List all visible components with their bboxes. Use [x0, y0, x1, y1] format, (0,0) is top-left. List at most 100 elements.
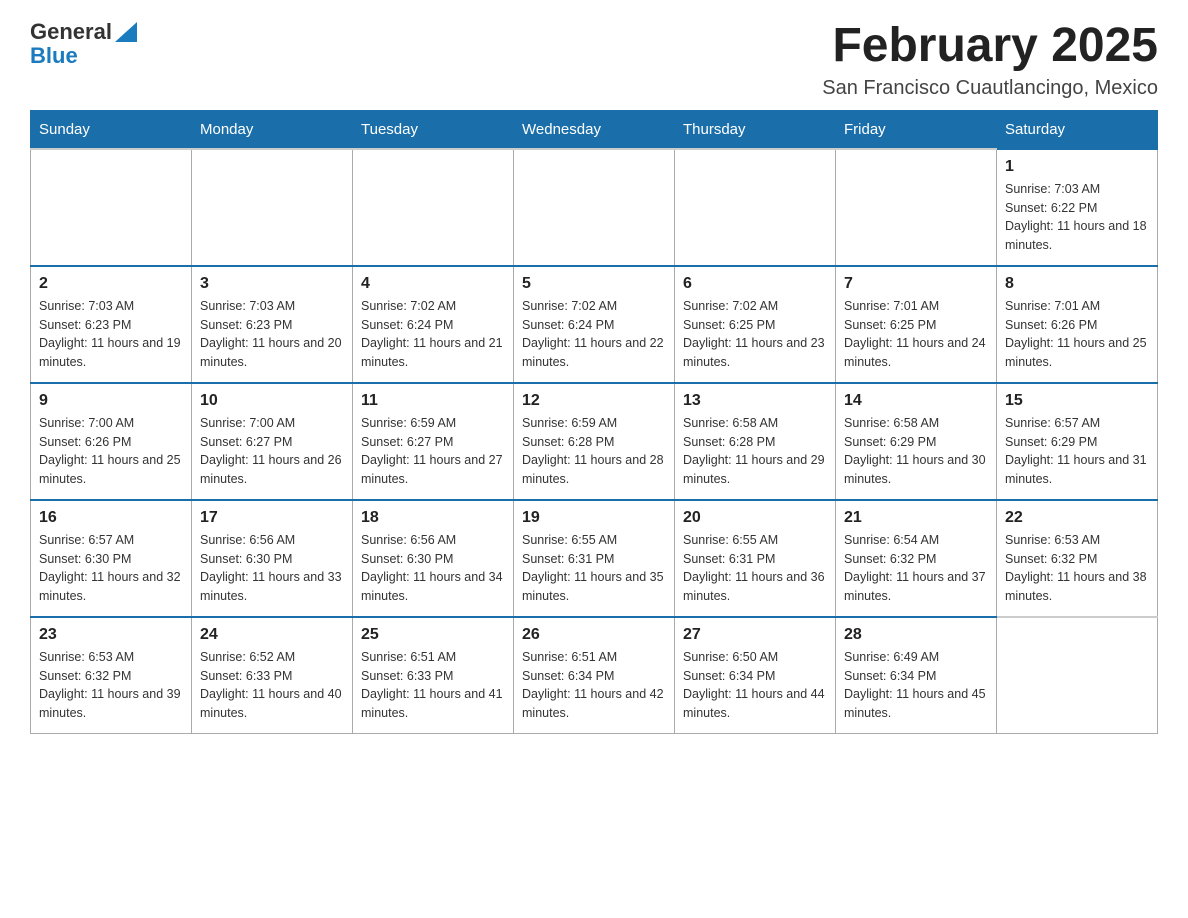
col-friday: Friday: [836, 110, 997, 149]
calendar-cell: 1 Sunrise: 7:03 AMSunset: 6:22 PMDaylight…: [997, 149, 1158, 266]
calendar-cell: [31, 149, 192, 266]
calendar-week-3: 9Sunrise: 7:00 AMSunset: 6:26 PMDaylight…: [31, 383, 1158, 500]
calendar-cell: 10 Sunrise: 7:00 AMSunset: 6:27 PMDayligh…: [192, 383, 353, 500]
day-number: 14: [844, 392, 988, 410]
day-info: Sunrise: 6:49 AMSunset: 6:34 PMDaylight:…: [844, 648, 988, 723]
day-info: Sunrise: 7:03 AMSunset: 6:22 PMDaylight:…: [1005, 180, 1149, 255]
day-info: Sunrise: 6:56 AMSunset: 6:30 PMDaylight:…: [200, 531, 344, 606]
col-thursday: Thursday: [675, 110, 836, 149]
day-number: 5: [522, 275, 666, 293]
location-subtitle: San Francisco Cuautlancingo, Mexico: [822, 77, 1158, 100]
calendar-cell: 23 Sunrise: 6:53 AMSunset: 6:32 PMDayligh…: [31, 617, 192, 734]
day-number: 16: [39, 509, 183, 527]
day-number: 7: [844, 275, 988, 293]
calendar-cell: 7 Sunrise: 7:01 AMSunset: 6:25 PMDaylight…: [836, 266, 997, 383]
calendar-cell: 2 Sunrise: 7:03 AMSunset: 6:23 PMDaylight…: [31, 266, 192, 383]
logo-general-text: General: [30, 20, 112, 44]
day-info: Sunrise: 7:00 AMSunset: 6:26 PMDaylight:…: [39, 414, 183, 489]
day-info: Sunrise: 6:51 AMSunset: 6:33 PMDaylight:…: [361, 648, 505, 723]
calendar-cell: 20 Sunrise: 6:55 AMSunset: 6:31 PMDayligh…: [675, 500, 836, 617]
day-info: Sunrise: 6:56 AMSunset: 6:30 PMDaylight:…: [361, 531, 505, 606]
day-info: Sunrise: 6:58 AMSunset: 6:29 PMDaylight:…: [844, 414, 988, 489]
day-number: 15: [1005, 392, 1149, 410]
calendar-cell: 22Sunrise: 6:53 AMSunset: 6:32 PMDayligh…: [997, 500, 1158, 617]
calendar-cell: 12 Sunrise: 6:59 AMSunset: 6:28 PMDayligh…: [514, 383, 675, 500]
day-info: Sunrise: 6:57 AMSunset: 6:30 PMDaylight:…: [39, 531, 183, 606]
calendar-cell: [353, 149, 514, 266]
day-info: Sunrise: 7:01 AMSunset: 6:26 PMDaylight:…: [1005, 297, 1149, 372]
calendar-cell: 9Sunrise: 7:00 AMSunset: 6:26 PMDaylight…: [31, 383, 192, 500]
calendar-cell: 28 Sunrise: 6:49 AMSunset: 6:34 PMDayligh…: [836, 617, 997, 734]
calendar-cell: [836, 149, 997, 266]
day-info: Sunrise: 6:58 AMSunset: 6:28 PMDaylight:…: [683, 414, 827, 489]
day-info: Sunrise: 7:02 AMSunset: 6:25 PMDaylight:…: [683, 297, 827, 372]
calendar-cell: 11 Sunrise: 6:59 AMSunset: 6:27 PMDayligh…: [353, 383, 514, 500]
col-monday: Monday: [192, 110, 353, 149]
day-number: 12: [522, 392, 666, 410]
day-info: Sunrise: 7:03 AMSunset: 6:23 PMDaylight:…: [39, 297, 183, 372]
calendar-cell: 21 Sunrise: 6:54 AMSunset: 6:32 PMDayligh…: [836, 500, 997, 617]
calendar-cell: 13 Sunrise: 6:58 AMSunset: 6:28 PMDayligh…: [675, 383, 836, 500]
calendar-cell: 25 Sunrise: 6:51 AMSunset: 6:33 PMDayligh…: [353, 617, 514, 734]
calendar-cell: 17Sunrise: 6:56 AMSunset: 6:30 PMDayligh…: [192, 500, 353, 617]
day-number: 21: [844, 509, 988, 527]
calendar-cell: 14 Sunrise: 6:58 AMSunset: 6:29 PMDayligh…: [836, 383, 997, 500]
day-info: Sunrise: 6:57 AMSunset: 6:29 PMDaylight:…: [1005, 414, 1149, 489]
logo: General Blue: [30, 20, 137, 68]
calendar-week-5: 23 Sunrise: 6:53 AMSunset: 6:32 PMDayligh…: [31, 617, 1158, 734]
day-number: 24: [200, 626, 344, 644]
day-number: 2: [39, 275, 183, 293]
day-info: Sunrise: 6:55 AMSunset: 6:31 PMDaylight:…: [683, 531, 827, 606]
col-saturday: Saturday: [997, 110, 1158, 149]
day-number: 19: [522, 509, 666, 527]
page-header: General Blue February 2025 San Francisco…: [30, 20, 1158, 100]
calendar-cell: 19 Sunrise: 6:55 AMSunset: 6:31 PMDayligh…: [514, 500, 675, 617]
day-info: Sunrise: 7:00 AMSunset: 6:27 PMDaylight:…: [200, 414, 344, 489]
day-info: Sunrise: 6:52 AMSunset: 6:33 PMDaylight:…: [200, 648, 344, 723]
col-wednesday: Wednesday: [514, 110, 675, 149]
day-number: 20: [683, 509, 827, 527]
title-block: February 2025 San Francisco Cuautlancing…: [822, 20, 1158, 100]
day-number: 13: [683, 392, 827, 410]
calendar-cell: 6 Sunrise: 7:02 AMSunset: 6:25 PMDaylight…: [675, 266, 836, 383]
day-info: Sunrise: 6:59 AMSunset: 6:28 PMDaylight:…: [522, 414, 666, 489]
day-number: 1: [1005, 158, 1149, 176]
col-sunday: Sunday: [31, 110, 192, 149]
day-info: Sunrise: 6:59 AMSunset: 6:27 PMDaylight:…: [361, 414, 505, 489]
day-number: 8: [1005, 275, 1149, 293]
calendar-cell: 27 Sunrise: 6:50 AMSunset: 6:34 PMDayligh…: [675, 617, 836, 734]
day-info: Sunrise: 7:02 AMSunset: 6:24 PMDaylight:…: [522, 297, 666, 372]
day-info: Sunrise: 7:02 AMSunset: 6:24 PMDaylight:…: [361, 297, 505, 372]
day-number: 18: [361, 509, 505, 527]
day-info: Sunrise: 6:50 AMSunset: 6:34 PMDaylight:…: [683, 648, 827, 723]
day-info: Sunrise: 6:53 AMSunset: 6:32 PMDaylight:…: [39, 648, 183, 723]
day-info: Sunrise: 7:03 AMSunset: 6:23 PMDaylight:…: [200, 297, 344, 372]
calendar-cell: 15 Sunrise: 6:57 AMSunset: 6:29 PMDayligh…: [997, 383, 1158, 500]
day-number: 11: [361, 392, 505, 410]
calendar-cell: 3 Sunrise: 7:03 AMSunset: 6:23 PMDaylight…: [192, 266, 353, 383]
day-info: Sunrise: 7:01 AMSunset: 6:25 PMDaylight:…: [844, 297, 988, 372]
day-number: 4: [361, 275, 505, 293]
calendar-week-4: 16 Sunrise: 6:57 AMSunset: 6:30 PMDayligh…: [31, 500, 1158, 617]
day-number: 23: [39, 626, 183, 644]
day-number: 22: [1005, 509, 1149, 527]
logo-icon: [115, 22, 137, 42]
calendar-cell: [192, 149, 353, 266]
day-number: 25: [361, 626, 505, 644]
day-number: 27: [683, 626, 827, 644]
calendar-cell: 5 Sunrise: 7:02 AMSunset: 6:24 PMDaylight…: [514, 266, 675, 383]
calendar-cell: [514, 149, 675, 266]
col-tuesday: Tuesday: [353, 110, 514, 149]
calendar-cell: 18 Sunrise: 6:56 AMSunset: 6:30 PMDayligh…: [353, 500, 514, 617]
day-info: Sunrise: 6:54 AMSunset: 6:32 PMDaylight:…: [844, 531, 988, 606]
calendar-cell: 24 Sunrise: 6:52 AMSunset: 6:33 PMDayligh…: [192, 617, 353, 734]
calendar-week-2: 2 Sunrise: 7:03 AMSunset: 6:23 PMDaylight…: [31, 266, 1158, 383]
day-number: 10: [200, 392, 344, 410]
day-number: 26: [522, 626, 666, 644]
day-info: Sunrise: 6:55 AMSunset: 6:31 PMDaylight:…: [522, 531, 666, 606]
day-number: 3: [200, 275, 344, 293]
day-number: 6: [683, 275, 827, 293]
day-number: 28: [844, 626, 988, 644]
calendar-cell: 4 Sunrise: 7:02 AMSunset: 6:24 PMDaylight…: [353, 266, 514, 383]
calendar-header-row: Sunday Monday Tuesday Wednesday Thursday…: [31, 110, 1158, 149]
